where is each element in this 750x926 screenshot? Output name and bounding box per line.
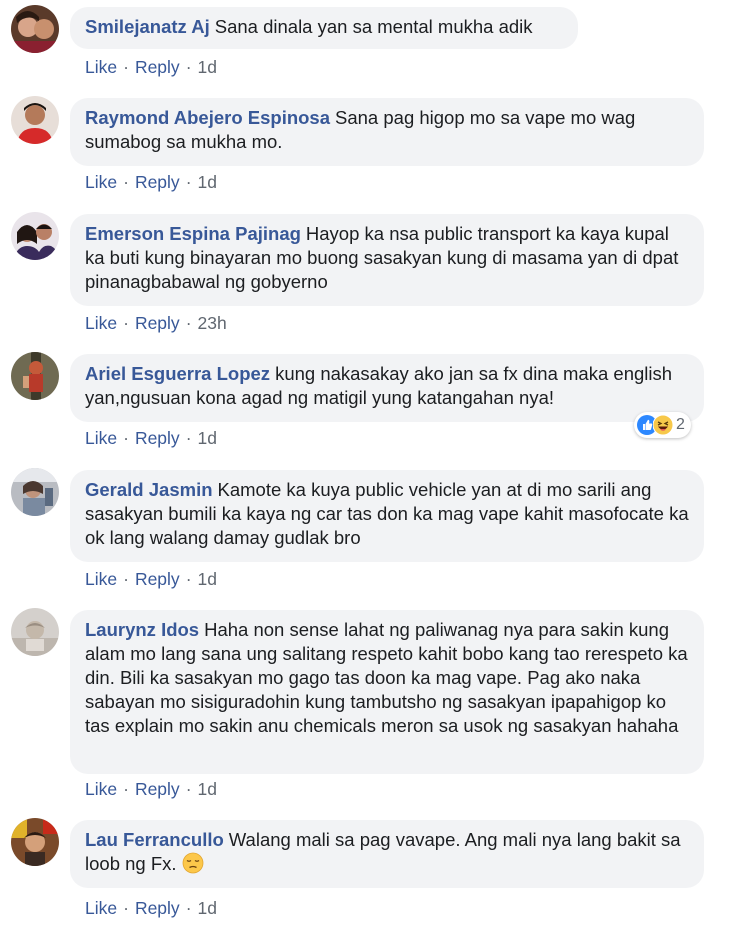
avatar[interactable]	[11, 468, 59, 516]
comment-time[interactable]: 1d	[198, 57, 217, 77]
comment-actions: Like · Reply · 1d	[85, 56, 217, 78]
comment-author[interactable]: Gerald Jasmin	[85, 479, 213, 500]
reaction-summary[interactable]: 2	[634, 412, 691, 438]
comment-bubble: Raymond Abejero Espinosa Sana pag higop m…	[70, 98, 704, 166]
avatar[interactable]	[11, 608, 59, 656]
reply-link[interactable]: Reply	[135, 57, 180, 77]
separator: ·	[185, 779, 192, 799]
haha-reaction-icon	[652, 414, 674, 436]
separator: ·	[185, 57, 192, 77]
avatar[interactable]	[11, 818, 59, 866]
like-link[interactable]: Like	[85, 779, 117, 799]
avatar[interactable]	[11, 5, 59, 53]
avatar[interactable]	[11, 212, 59, 260]
like-link[interactable]: Like	[85, 569, 117, 589]
separator: ·	[123, 57, 129, 77]
separator: ·	[123, 779, 129, 799]
comment-author[interactable]: Lau Ferrancullo	[85, 829, 224, 850]
separator: ·	[123, 172, 129, 192]
pensive-face-icon	[182, 852, 204, 880]
comment-time[interactable]: 1d	[198, 779, 217, 799]
comment-time[interactable]: 1d	[198, 898, 217, 918]
comment-actions: Like · Reply · 1d	[85, 171, 217, 193]
comment-author[interactable]: Raymond Abejero Espinosa	[85, 107, 330, 128]
comment-actions: Like · Reply · 23h	[85, 312, 227, 334]
reply-link[interactable]: Reply	[135, 172, 180, 192]
comment-actions: Like · Reply · 1d	[85, 568, 217, 590]
comment-author[interactable]: Smilejanatz Aj	[85, 16, 210, 37]
reply-link[interactable]: Reply	[135, 779, 180, 799]
comment-actions: Like · Reply · 1d	[85, 427, 217, 449]
comment-bubble: Emerson Espina Pajinag Hayop ka nsa publi…	[70, 214, 704, 306]
separator: ·	[185, 898, 192, 918]
separator: ·	[123, 428, 129, 448]
comment-actions: Like · Reply · 1d	[85, 897, 217, 919]
reply-link[interactable]: Reply	[135, 428, 180, 448]
separator: ·	[185, 172, 192, 192]
separator: ·	[185, 428, 192, 448]
comment-bubble: Lau Ferrancullo Walang mali sa pag vavape…	[70, 820, 704, 888]
comment-time[interactable]: 23h	[198, 313, 227, 333]
comment-time[interactable]: 1d	[198, 428, 217, 448]
comment-bubble: Ariel Esguerra Lopez kung nakasakay ako j…	[70, 354, 704, 422]
comment-actions: Like · Reply · 1d	[85, 778, 217, 800]
reply-link[interactable]: Reply	[135, 898, 180, 918]
reply-link[interactable]: Reply	[135, 569, 180, 589]
separator: ·	[185, 569, 192, 589]
comment-time[interactable]: 1d	[198, 172, 217, 192]
avatar[interactable]	[11, 96, 59, 144]
reaction-count: 2	[676, 416, 685, 433]
separator: ·	[123, 313, 129, 333]
comment-author[interactable]: Ariel Esguerra Lopez	[85, 363, 270, 384]
comment-bubble: Laurynz Idos Haha non sense lahat ng pali…	[70, 610, 704, 774]
comment-bubble: Gerald Jasmin Kamote ka kuya public vehic…	[70, 470, 704, 562]
separator: ·	[123, 898, 129, 918]
separator: ·	[123, 569, 129, 589]
comment-author[interactable]: Laurynz Idos	[85, 619, 199, 640]
like-link[interactable]: Like	[85, 428, 117, 448]
comment-bubble: Smilejanatz Aj Sana dinala yan sa mental …	[70, 7, 578, 49]
comment-author[interactable]: Emerson Espina Pajinag	[85, 223, 301, 244]
avatar[interactable]	[11, 352, 59, 400]
like-link[interactable]: Like	[85, 172, 117, 192]
comment-time[interactable]: 1d	[198, 569, 217, 589]
like-link[interactable]: Like	[85, 898, 117, 918]
comment-text: Sana dinala yan sa mental mukha adik	[214, 16, 533, 37]
separator: ·	[185, 313, 192, 333]
like-link[interactable]: Like	[85, 313, 117, 333]
reply-link[interactable]: Reply	[135, 313, 180, 333]
like-link[interactable]: Like	[85, 57, 117, 77]
